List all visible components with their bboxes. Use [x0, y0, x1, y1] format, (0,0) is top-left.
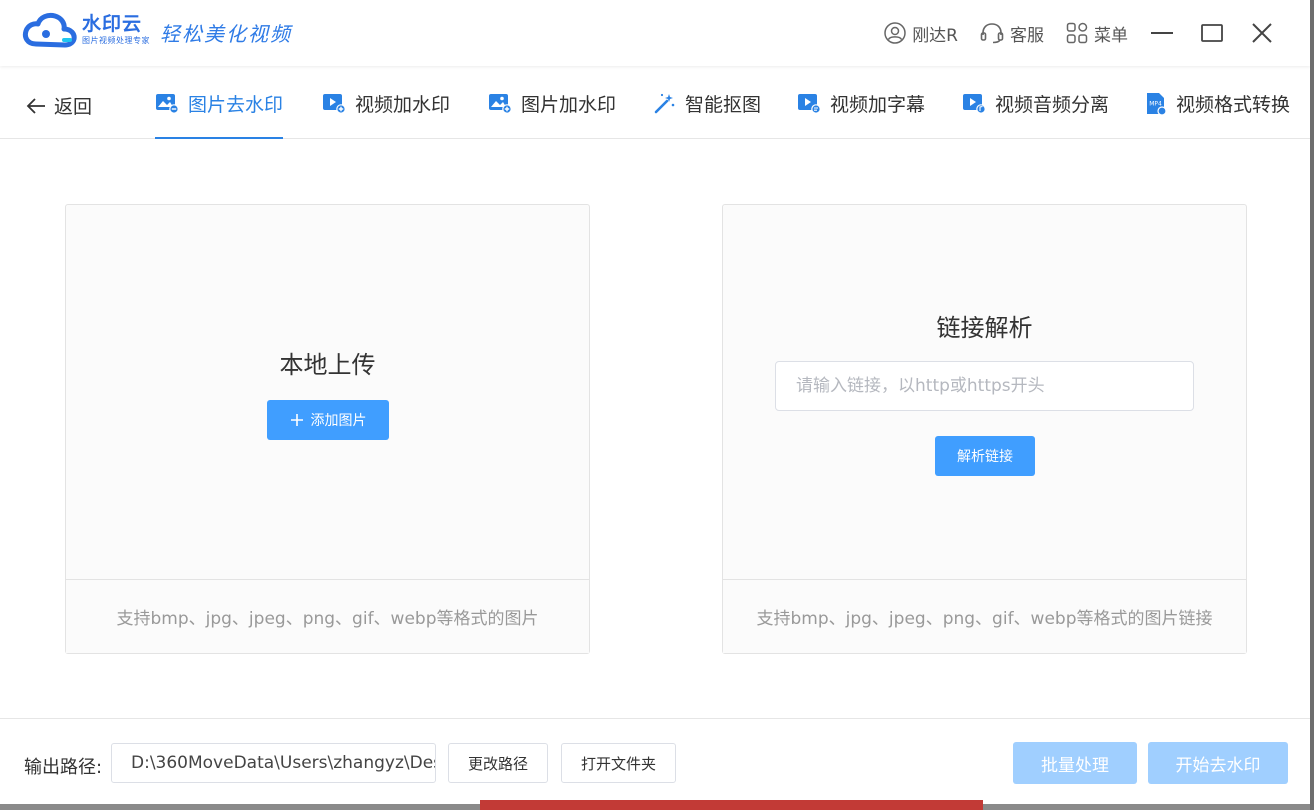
back-button[interactable]: 返回 [26, 92, 92, 119]
minimize-button[interactable] [1150, 21, 1174, 45]
customer-service-button[interactable]: 客服 [980, 21, 1044, 46]
local-upload-title: 本地上传 [279, 351, 376, 379]
mp4-file-icon: MP4 [1147, 93, 1167, 116]
tab-label: 视频加字幕 [830, 94, 926, 116]
output-bar: 输出路径: D:\360MoveData\Users\zhangyz\Deskt… [0, 718, 1310, 804]
output-path-label: 输出路径: [24, 757, 103, 778]
tab-label: 视频格式转换 [1176, 94, 1291, 116]
maximize-button[interactable] [1200, 21, 1224, 45]
link-input[interactable] [775, 361, 1194, 411]
change-path-button[interactable]: 更改路径 [448, 743, 548, 783]
app-window: 水印云 图片视频处理专家 轻松美化视频 刚达R 客服 菜单 返回 图片去水印 视… [0, 0, 1310, 804]
back-label: 返回 [54, 96, 93, 118]
local-upload-card[interactable]: 本地上传 添加图片 支持bmp、jpg、jpeg、png、gif、webp等格式… [65, 204, 590, 654]
video-add-icon [323, 94, 346, 114]
brand: 水印云 图片视频处理专家 [82, 13, 150, 46]
tab-image-remove-watermark[interactable]: 图片去水印 [155, 90, 284, 139]
minimize-icon [1151, 32, 1173, 34]
user-account[interactable]: 刚达R [884, 21, 958, 46]
brand-name: 水印云 [82, 13, 143, 35]
add-image-button[interactable]: 添加图片 [267, 400, 389, 440]
add-image-label: 添加图片 [310, 413, 367, 429]
output-path-field[interactable]: D:\360MoveData\Users\zhangyz\Desktop [111, 743, 436, 783]
parse-link-label: 解析链接 [957, 449, 1013, 465]
video-audio-icon [963, 94, 986, 114]
maximize-icon [1201, 24, 1223, 42]
batch-process-button[interactable]: 批量处理 [1013, 742, 1137, 784]
tab-video-audio-separate[interactable]: 视频音频分离 [962, 90, 1109, 139]
slogan: 轻松美化视频 [160, 22, 292, 46]
menu-label: 菜单 [1094, 25, 1128, 46]
title-bar: 水印云 图片视频处理专家 轻松美化视频 刚达R 客服 菜单 [0, 0, 1310, 66]
tab-label: 图片加水印 [521, 94, 617, 116]
menu-button[interactable]: 菜单 [1066, 21, 1128, 46]
mp4-badge-text: MP4 [1149, 101, 1162, 108]
video-subtitle-icon [798, 94, 821, 114]
start-remove-watermark-button[interactable]: 开始去水印 [1148, 742, 1288, 784]
tab-smart-cutout[interactable]: 智能抠图 [654, 90, 761, 139]
local-upload-formats: 支持bmp、jpg、jpeg、png、gif、webp等格式的图片 [66, 579, 589, 653]
background-edge [1310, 0, 1314, 810]
user-icon [884, 22, 906, 44]
tab-label: 视频音频分离 [995, 94, 1110, 116]
tab-label: 视频加水印 [355, 94, 451, 116]
image-add-icon [489, 94, 512, 114]
tab-image-add-watermark[interactable]: 图片加水印 [488, 90, 616, 139]
close-icon [1252, 23, 1272, 43]
tab-label: 智能抠图 [685, 94, 762, 116]
tab-video-add-watermark[interactable]: 视频加水印 [322, 90, 450, 139]
link-parse-formats: 支持bmp、jpg、jpeg、png、gif、webp等格式的图片链接 [723, 579, 1246, 653]
tool-nav: 返回 图片去水印 视频加水印 图片加水印 智能抠图 视频加字幕 视频音频分离 M… [0, 70, 1310, 139]
plus-icon [290, 414, 303, 426]
image-remove-icon [156, 94, 179, 114]
magic-wand-icon [654, 93, 675, 114]
tab-video-subtitle[interactable]: 视频加字幕 [797, 90, 925, 139]
close-button[interactable] [1250, 21, 1274, 45]
link-parse-card: 链接解析 解析链接 支持bmp、jpg、jpeg、png、gif、webp等格式… [722, 204, 1247, 654]
headset-icon [980, 23, 1004, 44]
user-name: 刚达R [912, 25, 958, 46]
tab-label: 图片去水印 [188, 94, 284, 116]
title-bar-actions: 刚达R 客服 菜单 [884, 0, 1310, 66]
brand-subtitle: 图片视频处理专家 [82, 36, 150, 45]
open-folder-button[interactable]: 打开文件夹 [561, 743, 676, 783]
cloud-logo-icon [22, 12, 77, 48]
grid-menu-icon [1066, 22, 1088, 44]
customer-service-label: 客服 [1010, 25, 1044, 46]
background-photo [480, 800, 983, 810]
link-parse-title: 链接解析 [936, 314, 1033, 342]
tab-video-format-convert[interactable]: MP4 视频格式转换 [1145, 90, 1290, 139]
arrow-left-icon [26, 97, 45, 114]
parse-link-button[interactable]: 解析链接 [935, 436, 1035, 476]
